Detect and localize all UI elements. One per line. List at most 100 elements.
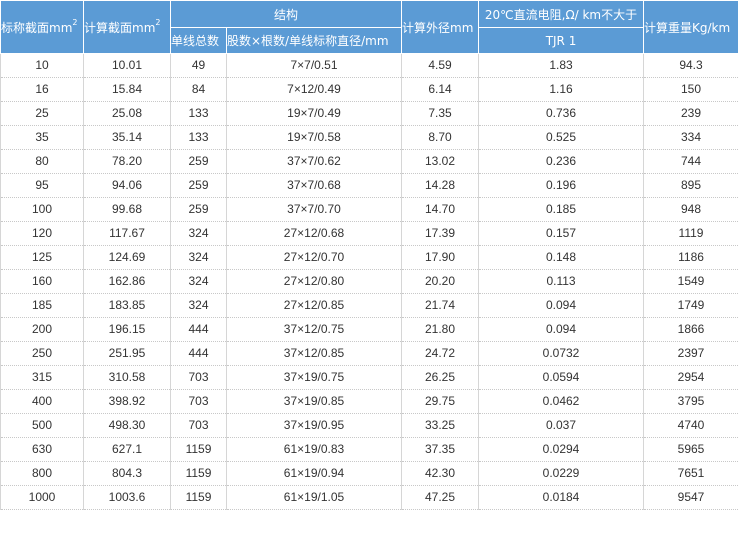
cell-calc-area: 498.30 — [83, 413, 171, 438]
cell-outer-diameter: 17.39 — [401, 221, 480, 246]
cell-strand-total: 133 — [170, 101, 227, 126]
cell-resistance: 1.83 — [478, 53, 645, 78]
cell-resistance: 0.525 — [478, 125, 645, 150]
cell-strand-total: 1159 — [170, 485, 227, 510]
cell-weight: 1866 — [643, 317, 738, 342]
cell-outer-diameter: 29.75 — [401, 389, 480, 414]
cell-strand-detail: 37×7/0.70 — [226, 197, 403, 222]
cell-weight: 5965 — [643, 437, 738, 462]
cell-strand-detail: 19×7/0.49 — [226, 101, 403, 126]
cell-strand-total: 1159 — [170, 461, 227, 486]
cell-weight: 4740 — [643, 413, 738, 438]
cell-strand-detail: 37×19/0.75 — [226, 365, 403, 390]
cell-weight: 1549 — [643, 269, 738, 294]
cell-nominal-area: 120 — [0, 221, 84, 246]
cell-strand-detail: 7×12/0.49 — [226, 77, 403, 102]
table-row: 800 804.3 1159 61×19/0.94 42.30 0.0229 7651 — [0, 461, 738, 486]
table-row: 100 99.68 259 37×7/0.70 14.70 0.185 948 — [0, 197, 738, 222]
cell-outer-diameter: 4.59 — [401, 53, 480, 78]
cell-outer-diameter: 8.70 — [401, 125, 480, 150]
cell-strand-total: 324 — [170, 221, 227, 246]
cell-nominal-area: 125 — [0, 245, 84, 270]
cell-weight: 3795 — [643, 389, 738, 414]
cell-strand-total: 324 — [170, 293, 227, 318]
cell-nominal-area: 160 — [0, 269, 84, 294]
cell-outer-diameter: 14.70 — [401, 197, 480, 222]
cell-weight: 7651 — [643, 461, 738, 486]
cell-nominal-area: 400 — [0, 389, 84, 414]
cell-nominal-area: 185 — [0, 293, 84, 318]
cell-resistance: 0.148 — [478, 245, 645, 270]
cell-weight: 2397 — [643, 341, 738, 366]
cell-resistance: 0.736 — [478, 101, 645, 126]
cell-calc-area: 25.08 — [83, 101, 171, 126]
header-structure: 结构 — [169, 0, 403, 28]
table-row: 160 162.86 324 27×12/0.80 20.20 0.113 1549 — [0, 269, 738, 294]
cell-strand-detail: 37×7/0.62 — [226, 149, 403, 174]
cell-calc-area: 398.92 — [83, 389, 171, 414]
table-row: 95 94.06 259 37×7/0.68 14.28 0.196 895 — [0, 173, 738, 198]
table-row: 125 124.69 324 27×12/0.70 17.90 0.148 1186 — [0, 245, 738, 270]
cell-outer-diameter: 21.80 — [401, 317, 480, 342]
table-row: 1000 1003.6 1159 61×19/1.05 47.25 0.0184 9547 — [0, 485, 738, 510]
cell-resistance: 0.196 — [478, 173, 645, 198]
cell-nominal-area: 100 — [0, 197, 84, 222]
cell-nominal-area: 500 — [0, 413, 84, 438]
cell-nominal-area: 95 — [0, 173, 84, 198]
cell-calc-area: 78.20 — [83, 149, 171, 174]
cell-outer-diameter: 24.72 — [401, 341, 480, 366]
cell-resistance: 0.157 — [478, 221, 645, 246]
cell-strand-total: 259 — [170, 149, 227, 174]
header-row-top: 标称截面mm2 计算截面mm2 结构 计算外径mm 20℃直流电阻,Ω/ km不… — [0, 0, 738, 54]
table-row: 16 15.84 84 7×12/0.49 6.14 1.16 150 — [0, 77, 738, 102]
cell-strand-detail: 37×12/0.75 — [226, 317, 403, 342]
cell-calc-area: 1003.6 — [83, 485, 171, 510]
table-row: 630 627.1 1159 61×19/0.83 37.35 0.0294 5965 — [0, 437, 738, 462]
cell-weight: 1749 — [643, 293, 738, 318]
cell-calc-area: 196.15 — [83, 317, 171, 342]
cell-calc-area: 627.1 — [83, 437, 171, 462]
cell-strand-total: 133 — [170, 125, 227, 150]
header-outer-diameter: 计算外径mm — [401, 0, 480, 54]
cell-strand-total: 1159 — [170, 437, 227, 462]
cell-strand-total: 324 — [170, 269, 227, 294]
cell-resistance: 0.0294 — [478, 437, 645, 462]
cell-strand-total: 703 — [170, 389, 227, 414]
cell-strand-detail: 27×12/0.70 — [226, 245, 403, 270]
table-row: 200 196.15 444 37×12/0.75 21.80 0.094 1866 — [0, 317, 738, 342]
cell-strand-detail: 61×19/1.05 — [226, 485, 403, 510]
cell-nominal-area: 200 — [0, 317, 84, 342]
cell-strand-total: 703 — [170, 365, 227, 390]
cell-calc-area: 15.84 — [83, 77, 171, 102]
cell-resistance: 0.0732 — [478, 341, 645, 366]
header-calc-area: 计算截面mm2 — [83, 0, 171, 54]
cell-strand-detail: 37×12/0.85 — [226, 341, 403, 366]
cell-strand-detail: 19×7/0.58 — [226, 125, 403, 150]
header-strand-total: 单线总数 — [170, 27, 227, 54]
header-strand-detail: 股数×根数/单线标称直径/mm — [225, 27, 403, 54]
cell-strand-total: 84 — [170, 77, 227, 102]
cell-strand-detail: 61×19/0.83 — [226, 437, 403, 462]
table-row: 315 310.58 703 37×19/0.75 26.25 0.0594 2954 — [0, 365, 738, 390]
cell-resistance: 0.236 — [478, 149, 645, 174]
cell-strand-total: 703 — [170, 413, 227, 438]
table-row: 400 398.92 703 37×19/0.85 29.75 0.0462 3795 — [0, 389, 738, 414]
cell-resistance: 0.0184 — [478, 485, 645, 510]
cell-resistance: 0.094 — [478, 293, 645, 318]
cell-calc-area: 162.86 — [83, 269, 171, 294]
cell-calc-area: 310.58 — [83, 365, 171, 390]
cell-nominal-area: 25 — [0, 101, 84, 126]
cell-nominal-area: 16 — [0, 77, 84, 102]
cell-outer-diameter: 6.14 — [401, 77, 480, 102]
cell-strand-detail: 37×7/0.68 — [226, 173, 403, 198]
header-weight: 计算重量Kg/km — [643, 0, 738, 54]
table-row: 120 117.67 324 27×12/0.68 17.39 0.157 1119 — [0, 221, 738, 246]
cell-nominal-area: 800 — [0, 461, 84, 486]
header-resistance: 20℃直流电阻,Ω/ km不大于 — [478, 0, 645, 28]
header-resistance-sub: TJR 1 — [478, 27, 645, 54]
cable-spec-table: 标称截面mm2 计算截面mm2 结构 计算外径mm 20℃直流电阻,Ω/ km不… — [0, 0, 738, 510]
cell-weight: 334 — [643, 125, 738, 150]
cell-nominal-area: 10 — [0, 53, 84, 78]
cell-weight: 1186 — [643, 245, 738, 270]
cell-weight: 744 — [643, 149, 738, 174]
